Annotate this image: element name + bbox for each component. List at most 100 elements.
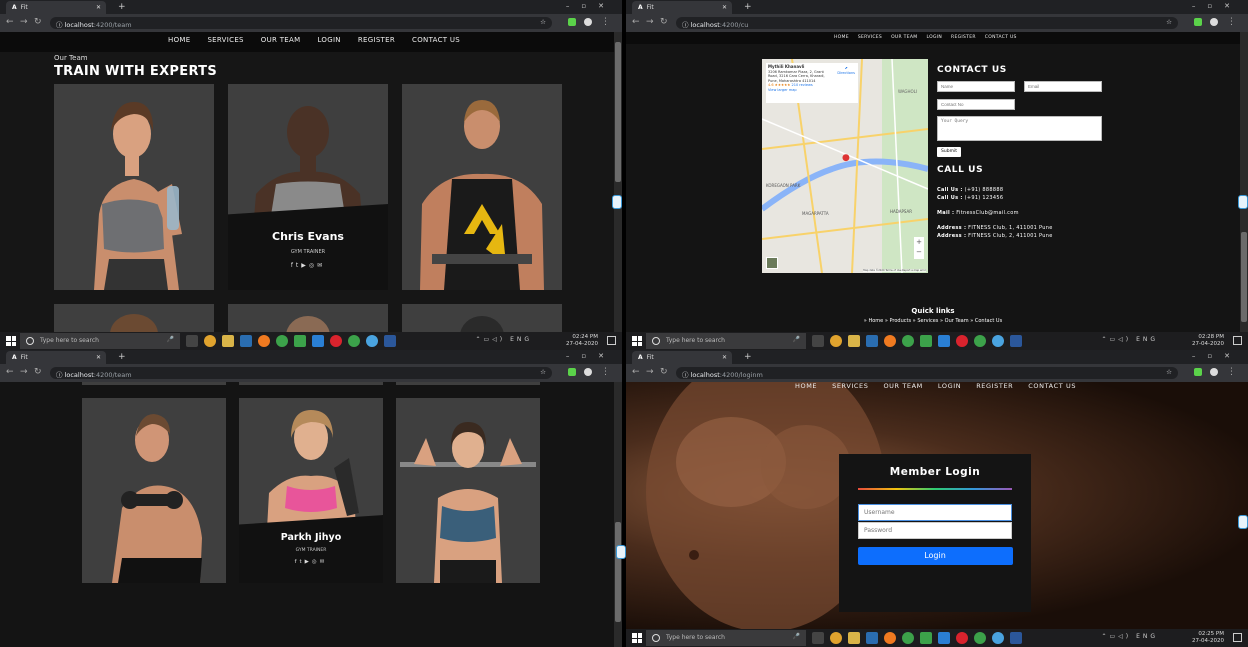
app-icon[interactable] [276,335,288,347]
extension-icon[interactable] [568,368,576,376]
notification-icon[interactable] [607,336,616,345]
nav-home[interactable]: HOME [795,382,817,390]
page-scrollbar[interactable] [614,382,622,647]
nav-login[interactable]: LOGIN [317,36,340,44]
word-icon[interactable] [1010,632,1022,644]
opera-icon[interactable] [956,632,968,644]
remote-desktop-handle-icon[interactable] [1238,195,1248,209]
nav-our-team[interactable]: OUR TEAM [261,36,301,44]
bookmark-star-icon[interactable]: ☆ [540,18,546,26]
view-larger-map-link[interactable]: View larger map [768,88,856,93]
vscode-icon[interactable] [312,335,324,347]
taskbar-search[interactable]: Type here to search 🎤 [646,630,806,646]
back-icon[interactable]: ← [6,367,14,377]
app-icon[interactable] [884,632,896,644]
reload-icon[interactable]: ↻ [660,17,668,27]
opera-icon[interactable] [330,335,342,347]
mail-icon[interactable]: ✉ [320,559,328,565]
trainer-card[interactable] [396,398,540,583]
task-view-icon[interactable] [812,335,824,347]
quick-link-services[interactable]: Services [917,318,938,324]
app-icon[interactable] [866,335,878,347]
nav-register[interactable]: REGISTER [976,382,1013,390]
name-field[interactable] [937,81,1015,92]
app-icon[interactable] [902,632,914,644]
forward-icon[interactable]: → [20,17,28,27]
windows-start-icon[interactable] [632,633,642,643]
notification-icon[interactable] [1233,336,1242,345]
microphone-icon[interactable]: 🎤 [167,336,174,343]
app-icon[interactable] [902,335,914,347]
quick-link-contact-us[interactable]: Contact Us [975,318,1002,324]
reload-icon[interactable]: ↻ [660,367,668,377]
system-tray-icons[interactable]: ⌃▭◁) ENG [1102,633,1159,640]
new-tab-button[interactable]: + [118,2,126,12]
app-icon[interactable] [240,335,252,347]
zoom-in-icon[interactable]: + [916,238,922,246]
mail-icon[interactable]: ✉ [317,262,325,269]
nav-contact-us[interactable]: CONTACT US [412,36,460,44]
notification-icon[interactable] [1233,633,1242,642]
window-controls[interactable]: –▫✕ [566,352,616,360]
system-tray-icons[interactable]: ⌃▭◁) ENG [1102,336,1159,343]
file-explorer-icon[interactable] [222,335,234,347]
vscode-icon[interactable] [938,335,950,347]
remote-desktop-handle-icon[interactable] [1238,515,1248,529]
microphone-icon[interactable]: 🎤 [793,336,800,343]
microphone-icon[interactable]: 🎤 [793,633,800,640]
app-icon[interactable] [992,632,1004,644]
remote-desktop-handle-icon[interactable] [616,545,626,559]
app-icon[interactable] [294,335,306,347]
browser-tab[interactable]: A Fit ✕ [632,1,732,14]
bookmark-star-icon[interactable]: ☆ [1166,18,1172,26]
map-pin-icon[interactable]: ● [842,153,850,163]
contact-number-field[interactable] [937,99,1015,110]
vscode-icon[interactable] [938,632,950,644]
quick-link-our-team[interactable]: Our Team [945,318,969,324]
system-tray-icons[interactable]: ⌃▭◁) ENG [476,336,533,343]
nav-register[interactable]: REGISTER [951,35,976,40]
reload-icon[interactable]: ↻ [34,367,42,377]
nav-home[interactable]: HOME [834,35,849,40]
browser-tab[interactable]: A Fit ✕ [6,351,106,364]
trainer-card[interactable] [402,84,562,290]
instagram-icon[interactable]: ◎ [309,262,317,269]
window-controls[interactable]: –▫✕ [566,2,616,10]
nav-login[interactable]: LOGIN [938,382,961,390]
task-view-icon[interactable] [812,632,824,644]
app-icon[interactable] [992,335,1004,347]
app-icon[interactable] [884,335,896,347]
youtube-icon[interactable]: ▶ [301,262,309,269]
page-scrollbar[interactable] [614,32,622,332]
forward-icon[interactable]: → [646,367,654,377]
word-icon[interactable] [1010,335,1022,347]
bookmark-star-icon[interactable]: ☆ [540,368,546,376]
app-icon[interactable] [974,632,986,644]
app-icon[interactable] [366,335,378,347]
chrome-icon[interactable] [830,632,842,644]
app-icon[interactable] [866,632,878,644]
app-icon[interactable] [258,335,270,347]
menu-icon[interactable]: ⋮ [1227,367,1236,377]
zoom-out-icon[interactable]: − [916,248,922,256]
forward-icon[interactable]: → [646,17,654,27]
taskbar-search[interactable]: Type here to search 🎤 [646,333,806,349]
quick-link-home[interactable]: Home [868,318,883,324]
extension-icon[interactable] [1194,368,1202,376]
trainer-card[interactable] [402,304,562,332]
trainer-card[interactable] [82,398,226,583]
close-tab-icon[interactable]: ✕ [722,354,727,361]
nav-login[interactable]: LOGIN [926,35,942,40]
remote-desktop-handle-icon[interactable] [612,195,622,209]
close-tab-icon[interactable]: ✕ [96,4,101,11]
file-explorer-icon[interactable] [848,632,860,644]
trainer-card[interactable] [228,304,388,332]
clock[interactable]: 02:24 PM 27-04-2020 [566,334,598,348]
email-field[interactable] [1024,81,1102,92]
nav-register[interactable]: REGISTER [358,36,395,44]
profile-avatar[interactable] [584,18,592,26]
page-scrollbar[interactable] [1240,32,1248,332]
clock[interactable]: 02:28 PM 27-04-2020 [1192,334,1224,348]
query-textarea[interactable] [937,116,1102,141]
nav-services[interactable]: SERVICES [207,36,243,44]
